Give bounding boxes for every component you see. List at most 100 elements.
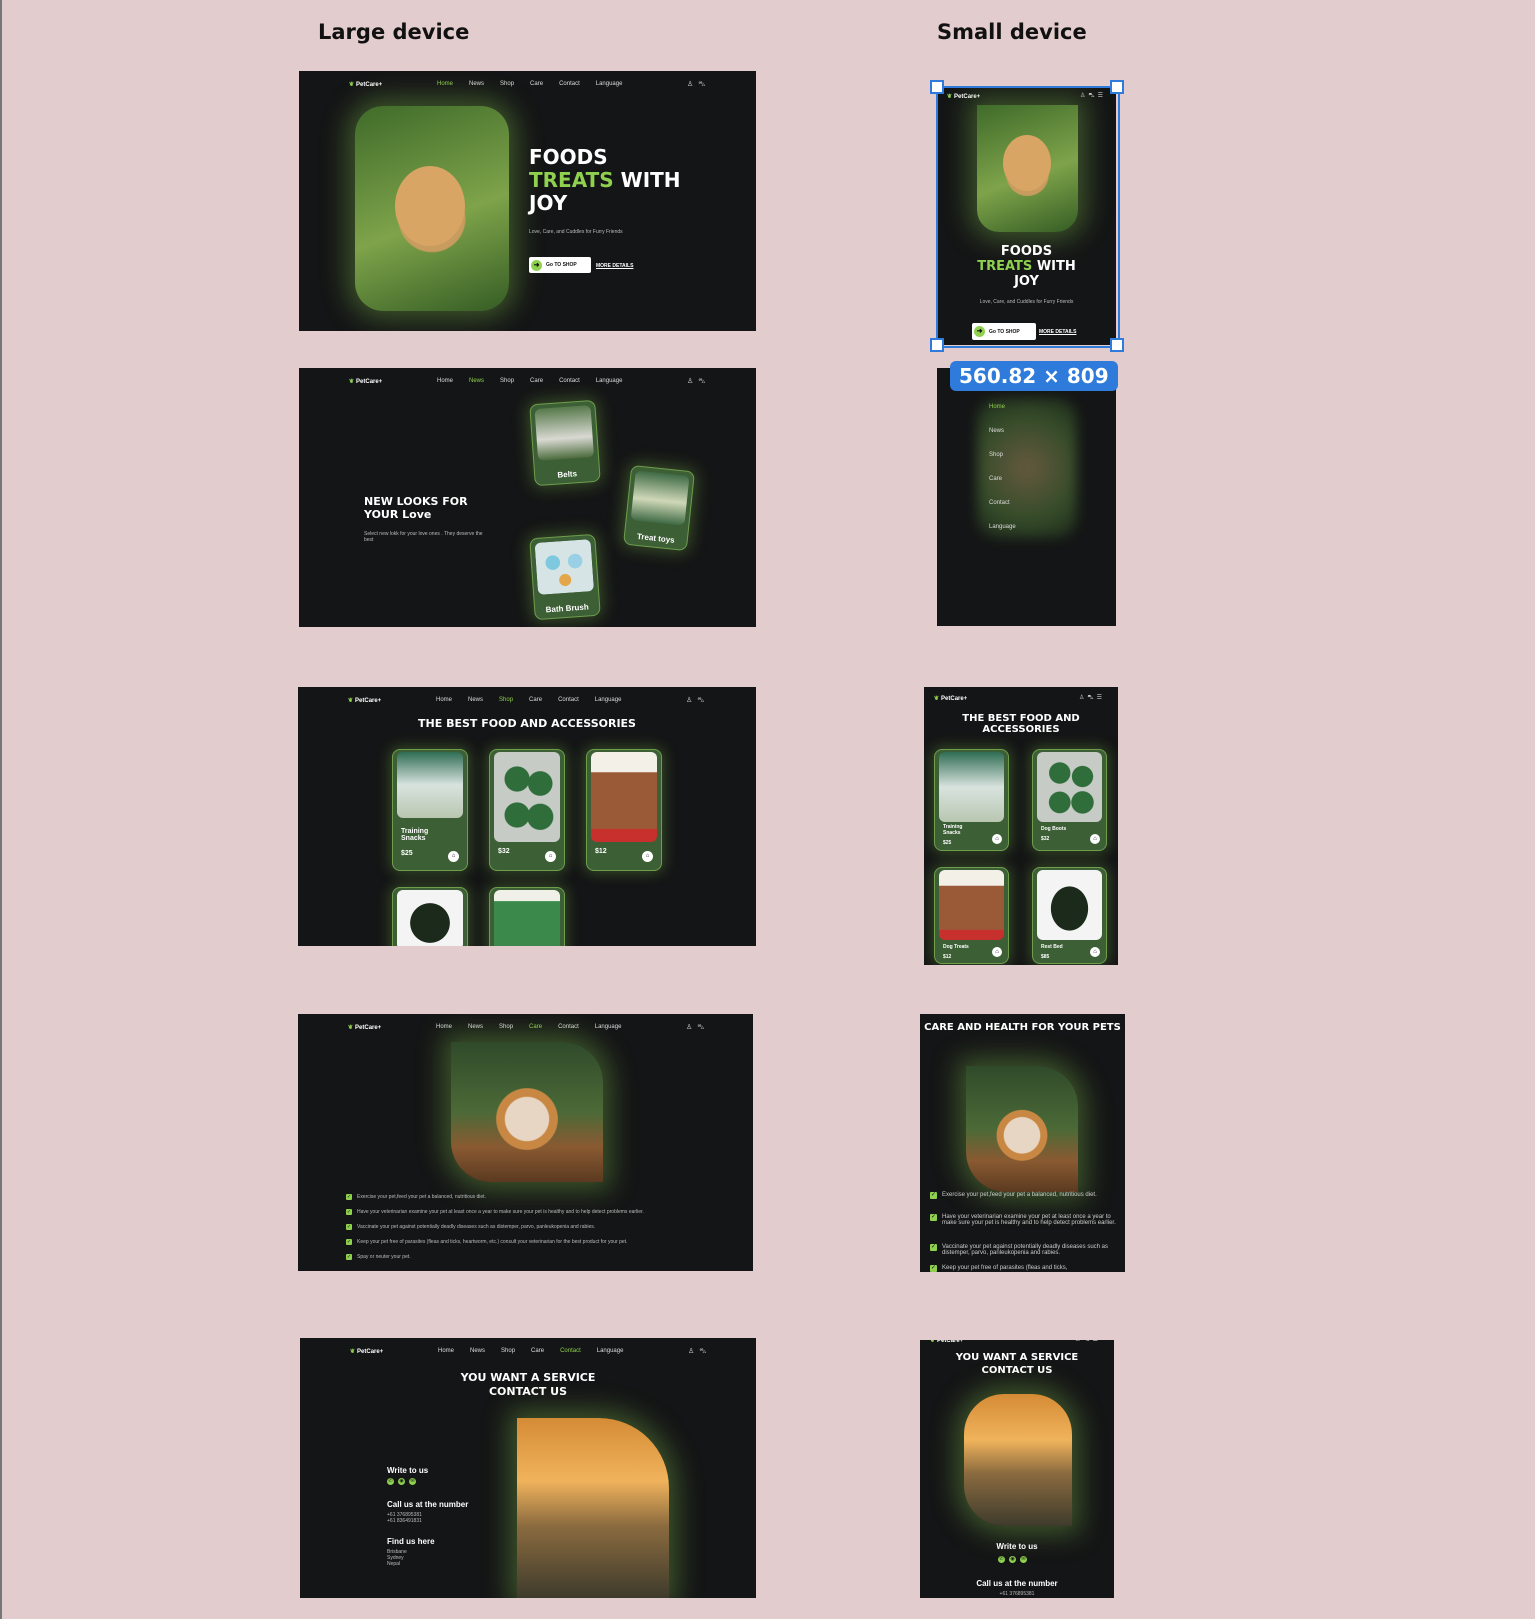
nav-language[interactable]: Language <box>595 697 622 703</box>
menu-icon[interactable]: ☰ <box>1097 694 1102 702</box>
small-contact-frame[interactable]: ❦ PetCare+ ♙ ⛍ ☰ YOU WANT A SERVICE CONTACT… <box>920 1340 1114 1598</box>
lock-icon[interactable]: ⌂ <box>448 851 459 862</box>
large-care-frame[interactable]: ❦ PetCare+ Home News Shop Care Contact La… <box>298 1014 753 1271</box>
messenger-icon[interactable]: ◉ <box>398 1478 405 1485</box>
phone-number[interactable]: +61 376895381 <box>920 1591 1114 1597</box>
large-looks-frame[interactable]: ❦ PetCare+ Home News Shop Care Contact La… <box>299 368 756 627</box>
product-card[interactable]: Dog Boots $32 ⌂ <box>1032 749 1107 851</box>
nav-home[interactable]: Home <box>437 81 453 87</box>
product-card[interactable]: Dog Treats $12 ⌂ <box>934 867 1009 964</box>
nav-care[interactable]: Care <box>530 378 543 384</box>
nav-home[interactable]: Home <box>436 1024 452 1030</box>
logo[interactable]: ❦ PetCare+ <box>934 695 967 702</box>
nav-news[interactable]: News <box>469 81 484 87</box>
phone-number[interactable]: +61 836491831 <box>387 1518 422 1524</box>
product-card[interactable]: $12 ⌂ <box>586 749 662 871</box>
whatsapp-icon[interactable]: ✆ <box>998 1556 1005 1563</box>
mail-icon[interactable]: ✉ <box>409 1478 416 1485</box>
menu-care[interactable]: Care <box>989 476 1002 482</box>
nav-contact[interactable]: Contact <box>560 1348 581 1354</box>
nav-language[interactable]: Language <box>596 378 623 384</box>
user-icon[interactable]: ♙ <box>686 696 692 705</box>
nav-shop[interactable]: Shop <box>500 81 514 87</box>
tile-treat-toys[interactable]: Treat toys <box>622 464 696 552</box>
resize-handle[interactable] <box>930 338 944 352</box>
small-care-frame[interactable]: CARE AND HEALTH FOR YOUR PETS ✓ Exercise … <box>920 1014 1125 1272</box>
large-shop-frame[interactable]: ❦ PetCare+ Home News Shop Care Contact La… <box>298 687 756 946</box>
nav-language[interactable]: Language <box>595 1024 622 1030</box>
nav-care[interactable]: Care <box>530 81 543 87</box>
cart-icon[interactable]: ⛍ <box>1083 1340 1089 1344</box>
tile-belts[interactable]: Belts <box>529 399 601 487</box>
lock-icon[interactable]: ⌂ <box>992 947 1002 957</box>
cart-icon[interactable]: ⛍ <box>699 1347 706 1356</box>
menu-home[interactable]: Home <box>989 404 1005 410</box>
resize-handle[interactable] <box>1110 80 1124 94</box>
nav-shop[interactable]: Shop <box>500 378 514 384</box>
mail-icon[interactable]: ✉ <box>1020 1556 1027 1563</box>
nav-contact[interactable]: Contact <box>558 1024 579 1030</box>
nav-contact[interactable]: Contact <box>559 378 580 384</box>
tile-bath-brush[interactable]: Bath Brush <box>529 533 601 621</box>
logo[interactable]: ❦ PetCare+ <box>348 1024 381 1031</box>
cart-icon[interactable]: ⛍ <box>697 696 704 705</box>
user-icon[interactable]: ♙ <box>687 377 693 386</box>
user-icon[interactable]: ♙ <box>688 1347 694 1356</box>
menu-shop[interactable]: Shop <box>989 452 1003 458</box>
nav-shop[interactable]: Shop <box>499 1024 513 1030</box>
cart-icon[interactable]: ⛍ <box>1087 694 1093 702</box>
messenger-icon[interactable]: ◉ <box>1009 1556 1016 1563</box>
product-card[interactable] <box>392 887 468 946</box>
small-shop-frame[interactable]: ❦ PetCare+ ♙ ⛍ ☰ THE BEST FOOD AND ACCESSOR… <box>924 687 1118 965</box>
nav-home[interactable]: Home <box>436 697 452 703</box>
user-icon[interactable]: ♙ <box>1079 694 1084 702</box>
small-menu-frame[interactable]: Home News Shop Care Contact Language <box>937 368 1116 626</box>
nav-shop[interactable]: Shop <box>501 1348 515 1354</box>
lock-icon[interactable]: ⌂ <box>545 851 556 862</box>
nav-shop[interactable]: Shop <box>499 697 513 703</box>
nav-news[interactable]: News <box>470 1348 485 1354</box>
product-card[interactable]: Rest Bed $85 ⌂ <box>1032 867 1107 964</box>
nav-contact[interactable]: Contact <box>559 81 580 87</box>
menu-language[interactable]: Language <box>989 524 1016 530</box>
go-to-shop-button[interactable]: ➜ Go TO SHOP <box>529 257 591 273</box>
lock-icon[interactable]: ⌂ <box>1090 834 1100 844</box>
menu-contact[interactable]: Contact <box>989 500 1010 506</box>
nav-news[interactable]: News <box>469 378 484 384</box>
logo[interactable]: ❦ PetCare+ <box>348 697 381 704</box>
resize-handle[interactable] <box>930 80 944 94</box>
more-details-link[interactable]: MORE DETAILS <box>596 263 633 269</box>
nav-news[interactable]: News <box>468 1024 483 1030</box>
lock-icon[interactable]: ⌂ <box>992 834 1002 844</box>
product-card[interactable]: Training Snacks $25 ⌂ <box>392 749 468 871</box>
nav-home[interactable]: Home <box>438 1348 454 1354</box>
nav-language[interactable]: Language <box>596 81 623 87</box>
cart-icon[interactable]: ⛍ <box>698 377 705 386</box>
product-card[interactable]: Training Snacks $25 ⌂ <box>934 749 1009 851</box>
logo[interactable]: ❦ PetCare+ <box>349 378 382 385</box>
nav-home[interactable]: Home <box>437 378 453 384</box>
nav-contact[interactable]: Contact <box>558 697 579 703</box>
cart-icon[interactable]: ⛍ <box>698 80 705 89</box>
nav-care[interactable]: Care <box>529 1024 542 1030</box>
large-hero-frame[interactable]: ❦ PetCare+ Home News Shop Care Contact La… <box>299 71 756 331</box>
resize-handle[interactable] <box>1110 338 1124 352</box>
nav-care[interactable]: Care <box>531 1348 544 1354</box>
large-contact-frame[interactable]: ❦ PetCare+ Home News Shop Care Contact La… <box>300 1338 756 1598</box>
cart-icon[interactable]: ⛍ <box>697 1023 704 1032</box>
user-icon[interactable]: ♙ <box>687 80 693 89</box>
product-card[interactable]: $32 ⌂ <box>489 749 565 871</box>
user-icon[interactable]: ♙ <box>1075 1340 1080 1344</box>
nav-news[interactable]: News <box>468 697 483 703</box>
menu-icon[interactable]: ☰ <box>1093 1340 1098 1344</box>
lock-icon[interactable]: ⌂ <box>642 851 653 862</box>
logo[interactable]: ❦ PetCare+ <box>350 1348 383 1355</box>
whatsapp-icon[interactable]: ✆ <box>387 1478 394 1485</box>
menu-news[interactable]: News <box>989 428 1004 434</box>
nav-language[interactable]: Language <box>597 1348 624 1354</box>
logo[interactable]: ❦ PetCare+ <box>930 1340 963 1344</box>
lock-icon[interactable]: ⌂ <box>1090 947 1100 957</box>
nav-care[interactable]: Care <box>529 697 542 703</box>
product-card[interactable] <box>489 887 565 946</box>
user-icon[interactable]: ♙ <box>686 1023 692 1032</box>
